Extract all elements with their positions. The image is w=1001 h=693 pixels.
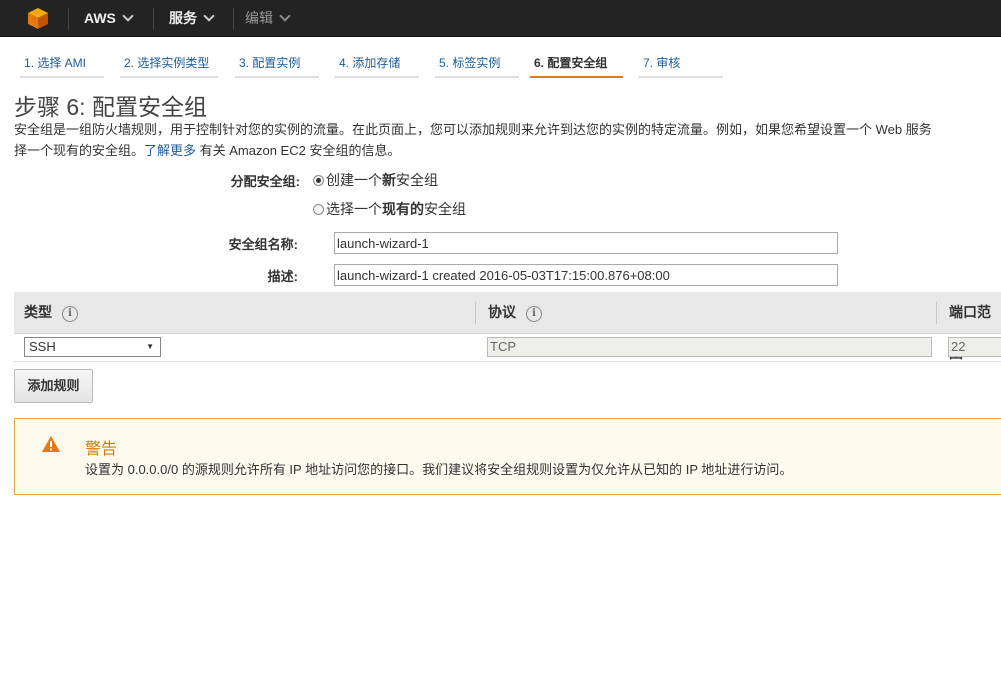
radio-create-text: 创建一个 [326,172,382,188]
intro-line-1: 安全组是一组防火墙规则，用于控制针对您的实例的流量。在此页面上，您可以添加规则来… [14,122,932,137]
nav-divider [153,8,154,30]
warning-text: 设置为 0.0.0.0/0 的源规则允许所有 IP 地址访问您的接口。我们建议将… [85,462,793,477]
nav-divider [68,8,69,30]
radio-selected-icon[interactable] [313,175,324,186]
rule-type-value: SSH [29,339,56,354]
wizard-step-2[interactable]: 2. 选择实例类型 [120,48,218,78]
group-name-label: 安全组名称: [228,237,298,252]
chevron-down-icon [203,10,215,22]
top-nav-bar: AWS 服务 编辑 [0,0,1001,37]
radio-select-existing-group[interactable]: 选择一个现有的安全组 [313,199,466,219]
nav-divider [233,8,234,30]
chevron-down-icon [279,10,291,22]
info-icon[interactable]: i [62,306,78,322]
wizard-step-1[interactable]: 1. 选择 AMI [20,48,104,78]
intro-line-2-start: 择一个现有的安全组。 [14,143,145,158]
header-type-label: 类型 [24,304,52,320]
radio-select-text: 选择一个 [326,201,382,217]
rule-port-field: 22 [948,337,1001,357]
rule-protocol-field: TCP [487,337,932,357]
aws-menu-label: AWS [84,10,116,26]
header-protocol-label: 协议 [488,304,516,320]
header-type: 类型 i [24,292,78,333]
wizard-step-6[interactable]: 6. 配置安全组 [530,48,623,78]
wizard-step-5[interactable]: 5. 标签实例 [435,48,519,78]
add-rule-button[interactable]: 添加规则 [14,369,93,403]
edit-menu[interactable]: 编辑 [245,0,291,36]
warning-box: 警告 设置为 0.0.0.0/0 的源规则允许所有 IP 地址访问您的接口。我们… [14,418,1001,495]
radio-select-text-end: 安全组 [424,201,466,217]
header-port-range: 端口范围 [949,304,991,361]
aws-cube-logo-icon[interactable] [26,6,50,30]
intro-line-2-end: 有关 Amazon EC2 安全组的信息。 [196,143,401,158]
description-input[interactable] [334,264,838,286]
rules-table-header: 类型 i 协议 i 端口范围 [14,292,1001,361]
services-menu[interactable]: 服务 [169,0,215,36]
intro-text: 安全组是一组防火墙规则，用于控制针对您的实例的流量。在此页面上，您可以添加规则来… [14,119,1001,161]
radio-create-emphasis: 新 [382,172,396,188]
description-label: 描述: [267,269,298,284]
assign-group-label: 分配安全组: [230,174,300,189]
column-divider[interactable] [936,302,937,324]
intro-line-2: 择一个现有的安全组。了解更多 有关 Amazon EC2 安全组的信息。 [14,140,1001,161]
group-name-input[interactable] [334,232,838,254]
radio-select-emphasis: 现有的 [382,201,424,217]
column-divider[interactable] [475,302,476,324]
warning-title: 警告 [85,441,118,458]
rule-type-select[interactable]: SSH ▼ [24,337,161,357]
services-menu-label: 服务 [169,10,197,26]
info-icon[interactable]: i [526,306,542,322]
edit-menu-label: 编辑 [245,10,273,26]
wizard-step-7[interactable]: 7. 审核 [639,48,723,78]
page-title: 步骤 6: 配置安全组 [14,94,207,120]
header-protocol: 协议 i [488,292,542,333]
chevron-down-icon [122,10,134,22]
radio-unselected-icon[interactable] [313,204,324,215]
radio-create-text-end: 安全组 [396,172,438,188]
radio-create-new-group[interactable]: 创建一个新安全组 [313,170,438,190]
learn-more-link[interactable]: 了解更多 [144,143,196,158]
wizard-step-4[interactable]: 4. 添加存储 [335,48,419,78]
dropdown-arrow-icon: ▼ [146,342,154,351]
warning-icon [42,436,60,452]
wizard-step-3[interactable]: 3. 配置实例 [235,48,319,78]
aws-menu[interactable]: AWS [84,0,134,36]
